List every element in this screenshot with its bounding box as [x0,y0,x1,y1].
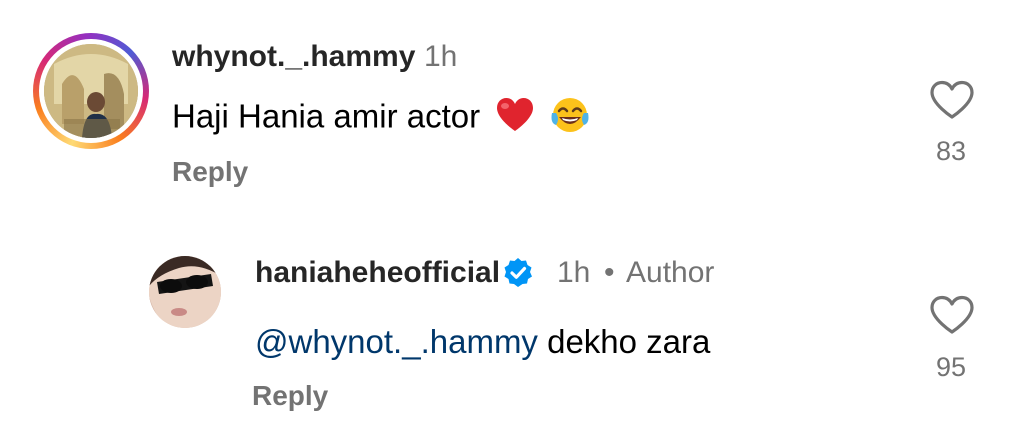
comment-text-body: Haji Hania amir actor [172,97,481,135]
avatar-story-ring[interactable] [33,33,149,149]
mention-link[interactable]: @whynot._.hammy [255,323,538,360]
reply-button[interactable]: Reply [172,156,248,188]
author-badge: Author [626,256,715,289]
avatar[interactable] [149,256,221,328]
avatar[interactable] [44,44,138,138]
reply-time: 1h [557,256,591,289]
tears-of-joy-icon [550,95,590,143]
avatar-photo-icon [44,44,138,138]
red-heart-icon [495,97,535,141]
reply-username[interactable]: haniaheheofficial [255,256,500,290]
verified-badge-icon [502,257,534,294]
like-heart-icon[interactable] [929,80,975,125]
like-count: 83 [935,136,967,166]
avatar-photo-icon [149,256,221,328]
reply-text: @whynot._.hammy dekho zara [255,323,710,361]
comment-time: 1h [424,40,458,73]
comment-text: Haji Hania amir actor [172,95,590,143]
like-heart-icon[interactable] [929,295,975,340]
like-count: 95 [935,352,967,382]
meta-separator: • [604,256,615,289]
reply-text-body: dekho zara [537,323,711,360]
comment-username[interactable]: whynot._.hammy [172,40,415,74]
reply-button[interactable]: Reply [252,380,328,412]
